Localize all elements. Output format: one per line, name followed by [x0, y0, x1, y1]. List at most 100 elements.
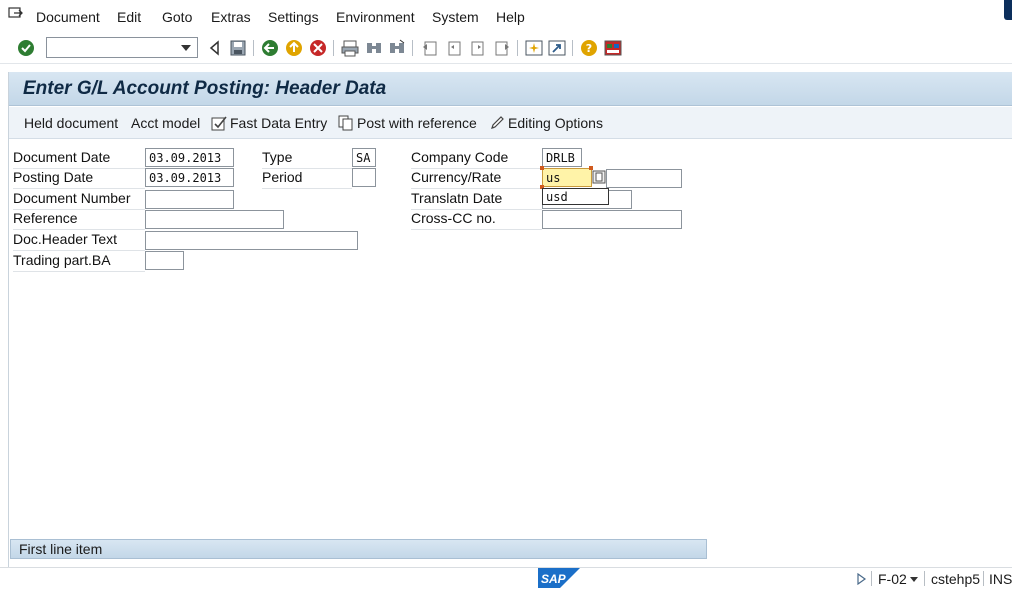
status-separator — [871, 571, 872, 586]
menu-environment[interactable]: Environment — [336, 9, 415, 25]
sap-logo-icon: SAP — [538, 568, 580, 588]
toolbar-separator — [517, 40, 518, 56]
help-icon[interactable]: ? — [580, 39, 598, 57]
editing-options-label: Editing Options — [508, 115, 603, 131]
status-separator — [983, 571, 984, 586]
find-icon[interactable] — [365, 39, 383, 57]
menu-document-label: Document — [36, 9, 100, 25]
menu-edit-label: Edit — [117, 9, 142, 25]
work-area: Enter G/L Account Posting: Header Data H… — [8, 72, 1012, 567]
fast-entry-icon — [211, 116, 227, 131]
menu-help-label: Help — [496, 9, 525, 25]
posting-date-label: Posting Date — [13, 169, 145, 189]
command-field[interactable] — [46, 37, 198, 58]
editing-options-button[interactable]: Editing Options — [489, 115, 603, 131]
toolbar-separator — [333, 40, 334, 56]
toolbar-separator — [572, 40, 573, 56]
fast-data-entry-label: Fast Data Entry — [230, 115, 328, 131]
shortcut-icon[interactable] — [548, 39, 566, 57]
transaction-code: F-02 — [878, 571, 907, 587]
exchange-rate-field[interactable] — [606, 169, 682, 188]
next-page-icon[interactable] — [469, 39, 487, 57]
cross-cc-no-label: Cross-CC no. — [411, 210, 542, 230]
cross-cc-no-field[interactable] — [542, 210, 682, 229]
menu-edit[interactable]: Edit — [117, 9, 141, 25]
fast-data-entry-button[interactable]: Fast Data Entry — [211, 115, 327, 131]
save-icon[interactable] — [229, 39, 247, 57]
menu-extras[interactable]: Extras — [211, 9, 251, 25]
resize-handle — [540, 166, 544, 170]
menu-extras-label: Extras — [211, 9, 251, 25]
svg-text:SAP: SAP — [541, 572, 567, 586]
system-name: cstehp5 — [931, 571, 981, 587]
period-field[interactable] — [352, 168, 376, 187]
find-next-icon[interactable] — [388, 39, 406, 57]
acct-model-button[interactable]: Acct model — [131, 115, 200, 131]
system-menu-icon[interactable] — [8, 7, 24, 21]
company-code-field[interactable]: DRLB — [542, 148, 582, 167]
type-field[interactable]: SA — [352, 148, 376, 167]
menu-settings-label: Settings — [268, 9, 319, 25]
copy-document-icon — [338, 115, 353, 131]
menu-system-label: System — [432, 9, 479, 25]
status-bar: SAP F-02 cstehp5 INS — [0, 567, 1012, 589]
menu-system[interactable]: System — [432, 9, 479, 25]
layout-icon[interactable] — [604, 39, 622, 57]
menu-document[interactable]: Document — [36, 9, 100, 25]
translatn-date-label: Translatn Date — [411, 190, 542, 210]
cancel-icon[interactable] — [309, 39, 327, 57]
status-separator — [924, 571, 925, 586]
held-document-label: Held document — [24, 115, 119, 131]
command-dropdown-icon[interactable] — [181, 45, 191, 51]
reference-field[interactable] — [145, 210, 284, 229]
trading-part-ba-label: Trading part.BA — [13, 252, 145, 272]
post-with-reference-button[interactable]: Post with reference — [338, 115, 477, 131]
first-line-item-label: First line item — [19, 541, 103, 557]
document-number-label: Document Number — [13, 190, 145, 210]
standard-toolbar: ? — [0, 32, 1012, 64]
period-label: Period — [262, 169, 352, 189]
print-icon[interactable] — [341, 39, 359, 57]
posting-date-field[interactable]: 03.09.2013 — [145, 168, 234, 187]
insert-mode: INS — [989, 571, 1012, 587]
back-triangle-icon[interactable] — [206, 39, 224, 57]
first-page-icon[interactable] — [421, 39, 439, 57]
exit-icon[interactable] — [285, 39, 303, 57]
new-session-icon[interactable] — [525, 39, 543, 57]
menu-goto-label: Goto — [162, 9, 193, 25]
doc-header-text-field[interactable] — [145, 231, 358, 250]
company-code-label: Company Code — [411, 149, 542, 169]
held-document-button[interactable]: Held document — [24, 115, 118, 131]
acct-model-label: Acct model — [131, 115, 201, 131]
status-expand-icon[interactable] — [857, 573, 867, 585]
chevron-down-icon[interactable] — [910, 577, 918, 582]
menu-bar: Document Edit Goto Extras Settings Envir… — [0, 0, 1012, 32]
toolbar-separator — [412, 40, 413, 56]
post-with-reference-label: Post with reference — [357, 115, 477, 131]
last-page-icon[interactable] — [493, 39, 511, 57]
first-line-item-bar: First line item — [10, 539, 707, 559]
menu-goto[interactable]: Goto — [162, 9, 192, 25]
reference-label: Reference — [13, 210, 145, 230]
title-bar: Enter G/L Account Posting: Header Data — [9, 72, 1012, 106]
menu-help[interactable]: Help — [496, 9, 525, 25]
doc-header-text-label: Doc.Header Text — [13, 231, 145, 251]
pencil-icon — [491, 116, 504, 129]
type-label: Type — [262, 149, 352, 169]
document-date-label: Document Date — [13, 149, 145, 169]
document-number-field[interactable] — [145, 190, 234, 209]
toolbar-separator — [253, 40, 254, 56]
autocomplete-popup[interactable]: usd — [542, 188, 609, 205]
svg-text:?: ? — [586, 42, 592, 55]
window-edge-decoration — [1004, 0, 1012, 20]
trading-part-ba-field[interactable] — [145, 251, 184, 270]
application-toolbar: Held document Acct model Fast Data Entry… — [9, 107, 1012, 139]
page-title: Enter G/L Account Posting: Header Data — [23, 78, 387, 99]
search-help-icon[interactable] — [592, 170, 606, 184]
enter-icon[interactable] — [17, 39, 35, 57]
menu-settings[interactable]: Settings — [268, 9, 319, 25]
currency-field[interactable]: us — [542, 168, 592, 187]
document-date-field[interactable]: 03.09.2013 — [145, 148, 234, 167]
previous-page-icon[interactable] — [445, 39, 463, 57]
back-icon[interactable] — [261, 39, 279, 57]
